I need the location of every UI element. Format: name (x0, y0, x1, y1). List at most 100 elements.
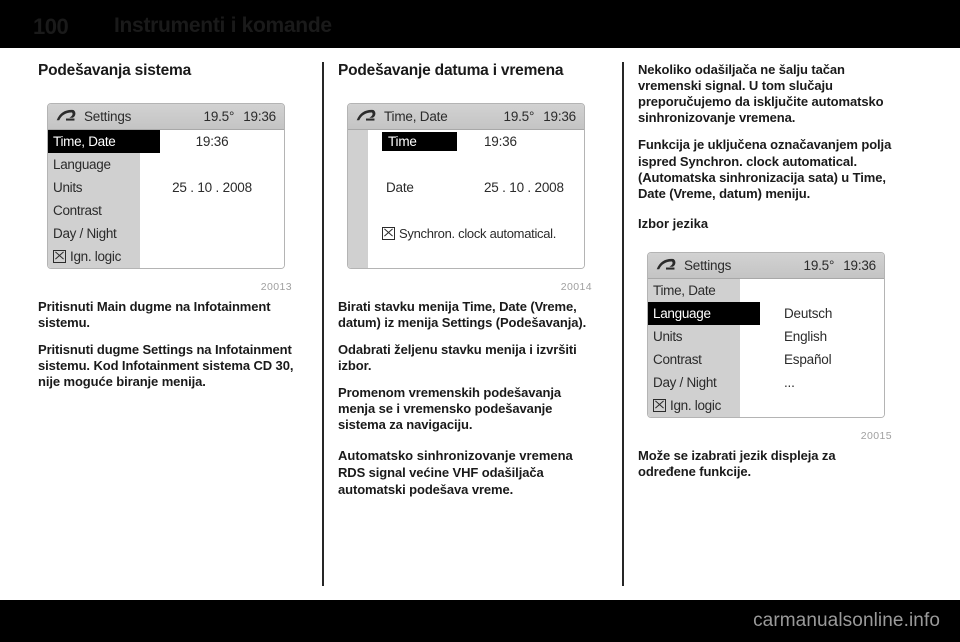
rail-spacer (348, 222, 368, 245)
outside-temperature: 19.5° (503, 108, 535, 124)
figure-language-menu: Settings 19.5° 19:36 Time, Date Language … (638, 241, 894, 442)
row-value-time: 19:36 (484, 133, 517, 149)
row-value-date: 25 . 10 . 2008 (484, 179, 564, 195)
manual-page: 100 Instrumenti i komande Podešavanja si… (0, 0, 960, 642)
value-spacer-1 (140, 153, 284, 176)
rail-spacer (348, 245, 368, 268)
paragraph-select-entry: Odabrati željenu stavku menija i izvršit… (338, 342, 577, 374)
menu-item-label: Units (53, 179, 83, 195)
menu-item-label: Time, Date (653, 282, 716, 298)
menu-list: Time, Date Language Units Contrast Day /… (48, 129, 160, 268)
subheading-language-selection: Izbor jezika (638, 215, 709, 231)
menu-item-contrast[interactable]: Contrast (48, 199, 140, 222)
infotainment-screen: Time, Date 19.5° 19:36 Time 19:36 Date 2… (347, 102, 585, 269)
screen-title: Time, Date (384, 108, 448, 124)
row-date[interactable]: Date 25 . 10 . 2008 (368, 176, 584, 199)
row-spacer-3 (368, 245, 584, 268)
menu-item-contrast[interactable]: Contrast (648, 348, 740, 371)
menu-item-label: Units (653, 328, 683, 344)
screen-header: Settings 19.5° 19:36 (48, 103, 284, 130)
site-watermark: carmanualsonline.info (753, 610, 940, 631)
figure-frame: Settings 19.5° 19:36 Time, Date Language … (638, 241, 894, 426)
menu-item-label: Contrast (53, 202, 102, 218)
paragraph-select-time-date: Birati stavku menija Time, Date (Vreme, … (338, 298, 587, 330)
figure-code: 20015 (860, 429, 892, 442)
synchron-clock-label: Synchron. clock automatical. (399, 225, 557, 241)
menu-item-label: Ign. logic (670, 397, 722, 413)
language-list-pane: Deutsch English Español ... (740, 278, 884, 417)
row-spacer-1 (368, 153, 584, 176)
menu-item-ign-logic[interactable]: Ign. logic (648, 394, 740, 417)
value-spacer-2 (140, 199, 284, 222)
figure-frame: Time, Date 19.5° 19:36 Time 19:36 Date 2… (338, 92, 594, 277)
page-sheet: Podešavanja sistema Settings 19.5° 19:36… (0, 48, 960, 600)
settings-swoosh-icon (356, 110, 376, 121)
menu-item-label: Ign. logic (70, 248, 122, 264)
paragraph-press-main: Pritisnuti Main dugme na Infotainment si… (38, 298, 271, 330)
language-option-english[interactable]: English (740, 325, 884, 348)
language-option-espanol[interactable]: Español (740, 348, 884, 371)
value-time: 19:36 (195, 133, 229, 149)
rail-spacer (348, 130, 368, 153)
column-divider-1 (322, 62, 324, 586)
infotainment-screen: Settings 19.5° 19:36 Time, Date Language … (647, 251, 885, 418)
menu-content-pane: 19:36 25 . 10 . 2008 (140, 129, 284, 268)
screen-body: Time, Date Language Units Contrast Day /… (648, 278, 884, 417)
screen-status: 19.5° 19:36 (203, 108, 277, 124)
synchron-clock-option: Synchron. clock automatical. (382, 226, 556, 241)
section-heading-time-date: Podešavanje datuma i vremena (338, 62, 564, 79)
screen-clock: 19:36 (243, 108, 276, 124)
menu-item-label: Day / Night (653, 374, 717, 390)
value-spacer-3 (140, 222, 284, 245)
row-time[interactable]: Time 19:36 (368, 130, 584, 153)
menu-item-units[interactable]: Units (648, 325, 740, 348)
settings-swoosh-icon (656, 259, 676, 270)
screen-body: Time 19:36 Date 25 . 10 . 2008 Synchron.… (348, 129, 584, 268)
language-spacer (740, 394, 884, 417)
column-left: Podešavanja sistema Settings 19.5° 19:36… (38, 62, 294, 586)
paragraph-navigation-sync: Promenom vremenskih podešavanja menja se… (338, 385, 562, 433)
checkbox-checked-icon (653, 398, 666, 412)
menu-item-label: Time, Date (53, 133, 116, 149)
row-label-time: Time (382, 131, 457, 151)
menu-item-label: Language (653, 305, 711, 321)
language-option-deutsch[interactable]: Deutsch (740, 302, 884, 325)
menu-item-time-date[interactable]: Time, Date (648, 279, 740, 302)
row-spacer-2 (368, 199, 584, 222)
column-container: Podešavanja sistema Settings 19.5° 19:36… (0, 48, 960, 600)
checkbox-checked-icon[interactable] (382, 226, 395, 240)
paragraph-rds-signal: RDS signal većine VHF odašiljača automat… (338, 465, 544, 497)
screen-clock: 19:36 (543, 108, 576, 124)
menu-item-label: Language (53, 156, 111, 172)
menu-item-label: Contrast (653, 351, 702, 367)
menu-item-day-night[interactable]: Day / Night (48, 222, 140, 245)
screen-header: Time, Date 19.5° 19:36 (348, 103, 584, 130)
page-header: 100 Instrumenti i komande (0, 0, 960, 48)
row-synchron-clock[interactable]: Synchron. clock automatical. (368, 222, 584, 245)
menu-item-day-night[interactable]: Day / Night (648, 371, 740, 394)
screen-title: Settings (84, 108, 132, 124)
paragraph-display-language: Može se izabrati jezik displeja za određ… (638, 447, 836, 479)
time-date-pane: Time 19:36 Date 25 . 10 . 2008 Synchron.… (368, 129, 584, 268)
menu-item-label: Day / Night (53, 225, 117, 241)
page-number: 100 (33, 14, 69, 39)
language-spacer (740, 279, 884, 302)
outside-temperature: 19.5° (203, 108, 235, 124)
menu-item-time-date[interactable]: Time, Date (48, 129, 160, 153)
rail-spacer (348, 199, 368, 222)
screen-status: 19.5° 19:36 (804, 258, 877, 273)
infotainment-screen: Settings 19.5° 19:36 Time, Date Language … (47, 102, 285, 269)
menu-item-language[interactable]: Language (48, 153, 140, 176)
menu-rail (348, 129, 368, 268)
section-heading-system-settings: Podešavanja sistema (38, 62, 192, 79)
figure-time-date-menu: Time, Date 19.5° 19:36 Time 19:36 Date 2… (338, 92, 594, 293)
screen-status: 19.5° 19:36 (503, 108, 577, 124)
figure-code: 20013 (260, 280, 292, 293)
menu-item-ign-logic[interactable]: Ign. logic (48, 245, 140, 268)
watermark-strip: carmanualsonline.info (0, 600, 960, 642)
paragraph-inaccurate-transmitters: Nekoliko odašiljača ne šalju tačan vreme… (638, 62, 884, 126)
paragraph-press-settings: Pritisnuti dugme Settings na Infotainmen… (38, 342, 294, 390)
language-option-more[interactable]: ... (740, 371, 884, 394)
menu-item-language[interactable]: Language (648, 301, 760, 325)
menu-item-units[interactable]: Units (48, 176, 140, 199)
